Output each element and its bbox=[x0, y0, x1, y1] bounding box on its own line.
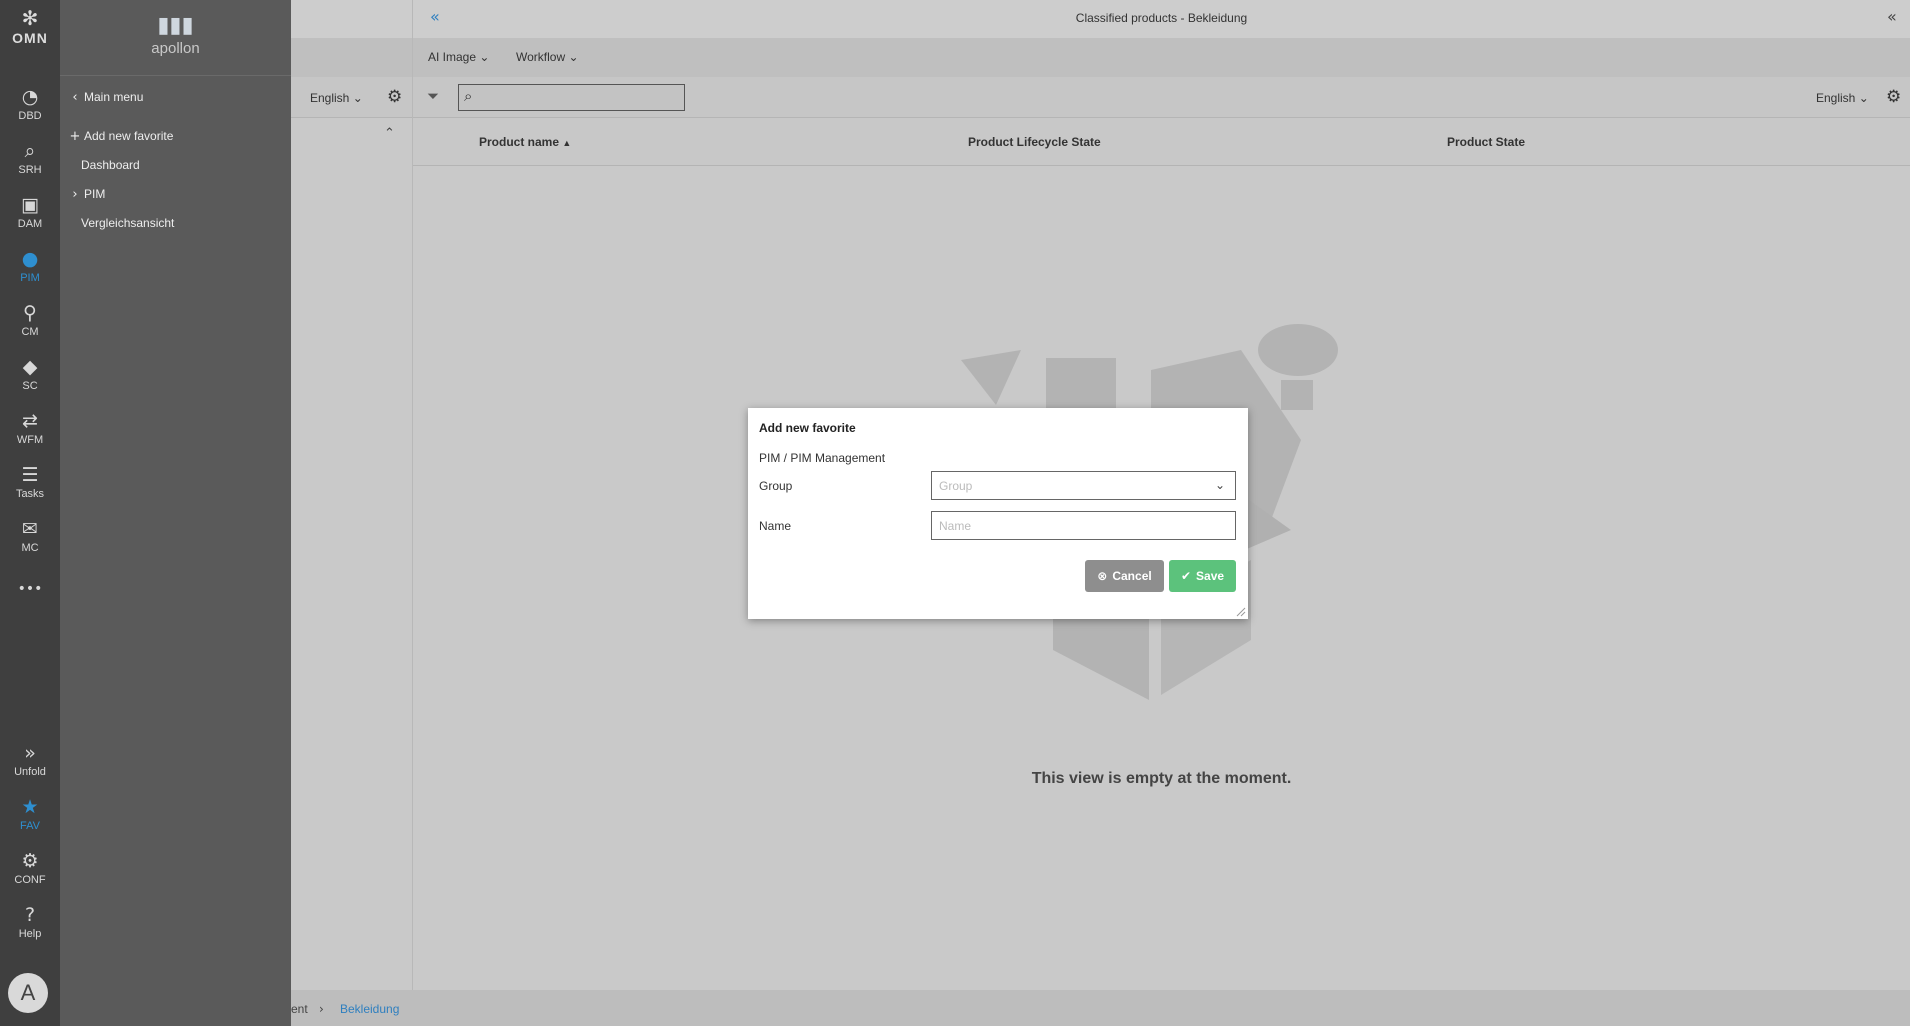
sort-asc-icon: ▲ bbox=[562, 138, 572, 148]
star-icon: ★ bbox=[21, 796, 39, 818]
footer-bar bbox=[291, 990, 1910, 1026]
menu-panel: ▮▮▮ apollon ‹ Main menu + Add new favorite… bbox=[60, 0, 291, 1026]
gear-icon[interactable]: ⚙ bbox=[1886, 87, 1901, 107]
menu-item-dashboard[interactable]: Dashboard bbox=[60, 153, 291, 177]
collapse-right-icon[interactable]: « bbox=[1887, 7, 1897, 26]
breadcrumb-current[interactable]: Bekleidung bbox=[340, 1002, 399, 1016]
pim-user-icon: ● bbox=[21, 248, 39, 270]
gear-icon[interactable]: ⚙ bbox=[387, 87, 402, 107]
column-lifecycle-state[interactable]: Product Lifecycle State bbox=[968, 135, 1101, 149]
favorite-path: PIM / PIM Management bbox=[759, 451, 886, 465]
table-header-row bbox=[413, 118, 1910, 166]
column-product-state[interactable]: Product State bbox=[1447, 135, 1525, 149]
search-icon: ⌕ bbox=[464, 87, 473, 105]
images-icon: ▣ bbox=[21, 194, 39, 216]
workflow-menu[interactable]: Workflow ⌄ bbox=[516, 50, 579, 64]
cube-icon: ◆ bbox=[22, 356, 38, 378]
empty-state-message: This view is empty at the moment. bbox=[1031, 770, 1292, 787]
plus-icon: + bbox=[69, 129, 81, 144]
question-icon: ? bbox=[24, 904, 36, 926]
add-favorite-dialog: Add new favorite PIM / PIM Management Gr… bbox=[748, 408, 1248, 619]
rail-item-mc[interactable]: ✉ MC bbox=[0, 516, 60, 566]
language-select-left[interactable]: English ⌄ bbox=[310, 91, 363, 105]
rail-more[interactable]: ••• bbox=[0, 576, 60, 600]
rail-item-srh[interactable]: ⌕ SRH bbox=[0, 138, 60, 188]
chevron-down-icon[interactable]: ⌄ bbox=[1215, 478, 1225, 492]
chevron-down-icon: ⌄ bbox=[568, 50, 579, 64]
save-button[interactable]: ✔ Save bbox=[1169, 560, 1236, 592]
bee-icon: ✻ bbox=[21, 6, 39, 30]
close-circle-icon: ⊗ bbox=[1097, 569, 1108, 583]
rail-item-dam[interactable]: ▣ DAM bbox=[0, 192, 60, 242]
icon-rail: ✻ OMN ◔ DBD ⌕ SRH ▣ DAM ● PIM ⚲ CM ◆ SC … bbox=[0, 0, 60, 1026]
rail-unfold[interactable]: » Unfold bbox=[0, 740, 60, 790]
rail-help[interactable]: ? Help bbox=[0, 902, 60, 952]
filter-icon[interactable]: ⏷ bbox=[427, 87, 439, 105]
rail-item-cm[interactable]: ⚲ CM bbox=[0, 300, 60, 350]
ai-image-menu[interactable]: AI Image ⌄ bbox=[428, 50, 489, 64]
dashboard-gauge-icon: ◔ bbox=[21, 86, 39, 108]
resize-handle-icon[interactable] bbox=[1236, 607, 1246, 617]
column-product-name[interactable]: Product name ▲ bbox=[479, 135, 571, 149]
breadcrumb-separator-icon: › bbox=[319, 1002, 324, 1016]
dialog-title: Add new favorite bbox=[759, 421, 856, 435]
gear-icon: ⚙ bbox=[21, 850, 39, 872]
apollon-brand: ▮▮▮ apollon bbox=[60, 0, 291, 76]
tasks-list-icon: ☰ bbox=[21, 464, 39, 486]
pane-divider bbox=[412, 0, 413, 990]
rail-item-pim[interactable]: ● PIM bbox=[0, 246, 60, 296]
rail-item-dbd[interactable]: ◔ DBD bbox=[0, 84, 60, 134]
group-select[interactable] bbox=[931, 471, 1236, 500]
check-icon: ✔ bbox=[1180, 569, 1192, 583]
chevron-up-icon[interactable]: ⌃ bbox=[384, 126, 395, 141]
workflow-icon: ⇄ bbox=[22, 410, 38, 432]
rail-fav[interactable]: ★ FAV bbox=[0, 794, 60, 844]
chevron-left-icon: ‹ bbox=[72, 90, 78, 105]
cancel-button[interactable]: ⊗ Cancel bbox=[1085, 560, 1164, 592]
search-icon: ⌕ bbox=[24, 140, 36, 162]
search-input[interactable]: ⌕ bbox=[458, 84, 685, 111]
envelope-icon: ✉ bbox=[22, 518, 38, 540]
more-dots-icon: ••• bbox=[17, 581, 43, 597]
breadcrumb-parent[interactable]: ent bbox=[291, 1002, 308, 1016]
rail-item-tasks[interactable]: ☰ Tasks bbox=[0, 462, 60, 512]
chevron-down-icon: ⌄ bbox=[479, 50, 490, 64]
avatar[interactable]: A bbox=[8, 973, 48, 1013]
apollon-logo-icon: ▮▮▮ bbox=[157, 13, 194, 38]
language-select-right[interactable]: English ⌄ bbox=[1816, 91, 1869, 105]
group-label: Group bbox=[759, 479, 793, 493]
rail-conf[interactable]: ⚙ CONF bbox=[0, 848, 60, 898]
chevron-down-icon: ⌄ bbox=[1858, 91, 1869, 105]
page-title: Classified products - Bekleidung bbox=[1075, 11, 1248, 25]
main-menu-back[interactable]: ‹ Main menu bbox=[60, 85, 291, 109]
menu-item-pim[interactable]: › PIM bbox=[60, 182, 291, 206]
rail-item-sc[interactable]: ◆ SC bbox=[0, 354, 60, 404]
chevron-right-icon: › bbox=[72, 187, 78, 202]
name-label: Name bbox=[759, 519, 792, 533]
share-nodes-icon: ⚲ bbox=[23, 302, 37, 324]
chevron-down-icon: ⌄ bbox=[352, 91, 363, 105]
menu-item-vergleichsansicht[interactable]: Vergleichsansicht bbox=[60, 211, 291, 235]
name-field[interactable] bbox=[931, 511, 1236, 540]
double-chevron-right-icon: » bbox=[24, 742, 36, 764]
rail-item-wfm[interactable]: ⇄ WFM bbox=[0, 408, 60, 458]
add-favorite-link[interactable]: + Add new favorite bbox=[60, 124, 291, 148]
omn-logo[interactable]: ✻ OMN bbox=[0, 6, 60, 56]
